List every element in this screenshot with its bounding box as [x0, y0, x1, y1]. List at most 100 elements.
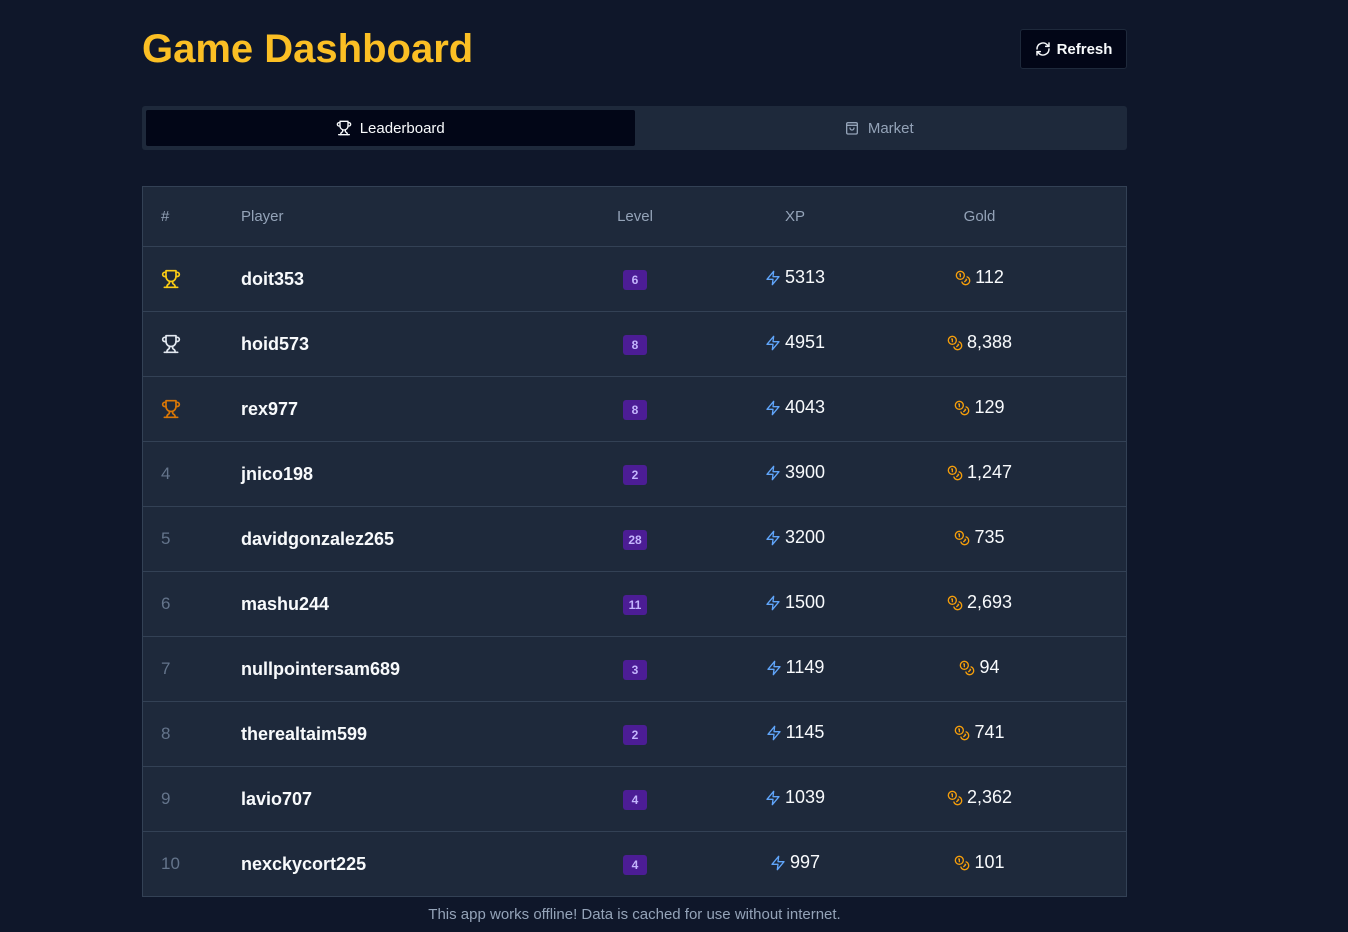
rank-number: 10 — [161, 854, 180, 873]
player-name: doit353 — [241, 268, 305, 289]
rank-number: 9 — [161, 789, 171, 808]
level-badge: 6 — [623, 269, 647, 290]
player-name: davidgonzalez265 — [241, 528, 395, 549]
lightning-icon — [765, 270, 781, 286]
column-header-xp: XP — [718, 187, 872, 247]
player-name: nexckycort225 — [241, 853, 367, 874]
refresh-button[interactable]: Refresh — [1020, 29, 1127, 69]
gold-cell: 2,362 — [872, 766, 1126, 832]
table-row[interactable]: rex977 8 4043 129 — [143, 376, 1126, 442]
xp-value: 3200 — [784, 527, 826, 548]
player-name: lavio707 — [241, 788, 313, 809]
gold-value: 8,388 — [966, 332, 1013, 353]
level-cell: 3 — [552, 636, 718, 702]
table-row[interactable]: doit353 6 5313 112 — [143, 246, 1126, 312]
gold-cell: 741 — [872, 701, 1126, 767]
rank-number: 5 — [161, 529, 171, 548]
gold-value: 112 — [975, 267, 1004, 288]
xp-value: 997 — [789, 852, 821, 873]
player-cell: jnico198 — [240, 441, 552, 507]
lightning-icon — [765, 530, 781, 546]
level-cell: 2 — [552, 441, 718, 507]
header: Game Dashboard Refresh — [142, 0, 1127, 100]
gold-value: 129 — [974, 397, 1005, 418]
table-row[interactable]: hoid573 8 4951 8,388 — [143, 311, 1126, 377]
table-row[interactable]: 4 jnico198 2 3900 1,247 — [143, 441, 1126, 507]
table-row[interactable]: 5 davidgonzalez265 28 3200 735 — [143, 506, 1126, 572]
coins-icon — [954, 530, 970, 546]
rank-cell: 7 — [143, 636, 240, 702]
table-row[interactable]: 7 nullpointersam689 3 1149 94 — [143, 636, 1126, 702]
coins-icon — [947, 790, 963, 806]
player-cell: rex977 — [240, 376, 552, 442]
gold-cell: 1,247 — [872, 441, 1126, 507]
gold-cell: 735 — [872, 506, 1126, 572]
lightning-icon — [765, 400, 781, 416]
shopping-bag-icon — [844, 120, 860, 136]
gold-cell: 101 — [872, 832, 1126, 897]
xp-cell: 4951 — [718, 311, 872, 377]
lightning-icon — [765, 335, 781, 351]
refresh-label: Refresh — [1056, 40, 1113, 58]
rank-number: 7 — [161, 659, 171, 678]
trophy-gold-icon — [161, 269, 239, 289]
refresh-icon — [1035, 41, 1051, 57]
rank-cell: 5 — [143, 506, 240, 572]
trophy-bronze-icon — [161, 399, 239, 419]
xp-cell: 3200 — [718, 506, 872, 572]
level-badge: 4 — [623, 854, 647, 875]
xp-value: 1145 — [785, 722, 825, 743]
column-header-gold: Gold — [872, 187, 1126, 247]
player-name: jnico198 — [241, 463, 314, 484]
gold-value: 741 — [974, 722, 1005, 743]
gold-value: 735 — [974, 527, 1005, 548]
player-cell: lavio707 — [240, 766, 552, 832]
tab-bar: Leaderboard Market — [142, 106, 1127, 150]
coins-icon — [947, 335, 963, 351]
player-cell: doit353 — [240, 246, 552, 312]
xp-value: 3900 — [784, 462, 826, 483]
table-row[interactable]: 8 therealtaim599 2 1145 741 — [143, 701, 1126, 767]
xp-cell: 4043 — [718, 376, 872, 442]
lightning-icon — [770, 855, 786, 871]
gold-cell: 2,693 — [872, 571, 1126, 637]
level-badge: 11 — [623, 594, 647, 615]
table-row[interactable]: 9 lavio707 4 1039 2,362 — [143, 766, 1126, 832]
level-badge: 8 — [623, 399, 647, 420]
level-cell: 2 — [552, 701, 718, 767]
rank-cell: 10 — [143, 832, 240, 897]
level-cell: 4 — [552, 832, 718, 897]
xp-cell: 1145 — [718, 701, 872, 767]
table-row[interactable]: 10 nexckycort225 4 997 101 — [143, 832, 1126, 897]
coins-icon — [955, 270, 971, 286]
player-cell: nexckycort225 — [240, 832, 552, 897]
player-name: nullpointersam689 — [241, 658, 401, 679]
coins-icon — [954, 725, 970, 741]
coins-icon — [947, 465, 963, 481]
lightning-icon — [766, 660, 782, 676]
rank-cell: 8 — [143, 701, 240, 767]
lightning-icon — [766, 725, 782, 741]
xp-value: 4043 — [784, 397, 826, 418]
table-row[interactable]: 6 mashu244 11 1500 2,693 — [143, 571, 1126, 637]
player-name: therealtaim599 — [241, 723, 368, 744]
xp-cell: 5313 — [718, 246, 872, 312]
gold-cell: 8,388 — [872, 311, 1126, 377]
trophy-silver-icon — [161, 334, 239, 354]
rank-cell — [143, 376, 240, 442]
table-header-row: # Player Level XP Gold — [143, 187, 1126, 247]
tab-market-label: Market — [867, 119, 914, 137]
gold-value: 2,362 — [966, 787, 1013, 808]
level-badge: 4 — [623, 789, 647, 810]
coins-icon — [954, 400, 970, 416]
xp-value: 1500 — [784, 592, 826, 613]
xp-value: 5313 — [784, 267, 826, 288]
tab-leaderboard[interactable]: Leaderboard — [146, 110, 635, 146]
tab-leaderboard-label: Leaderboard — [359, 119, 445, 137]
player-cell: therealtaim599 — [240, 701, 552, 767]
xp-cell: 1149 — [718, 636, 872, 702]
gold-value: 2,693 — [966, 592, 1013, 613]
level-cell: 8 — [552, 311, 718, 377]
tab-market[interactable]: Market — [635, 110, 1124, 146]
lightning-icon — [765, 595, 781, 611]
